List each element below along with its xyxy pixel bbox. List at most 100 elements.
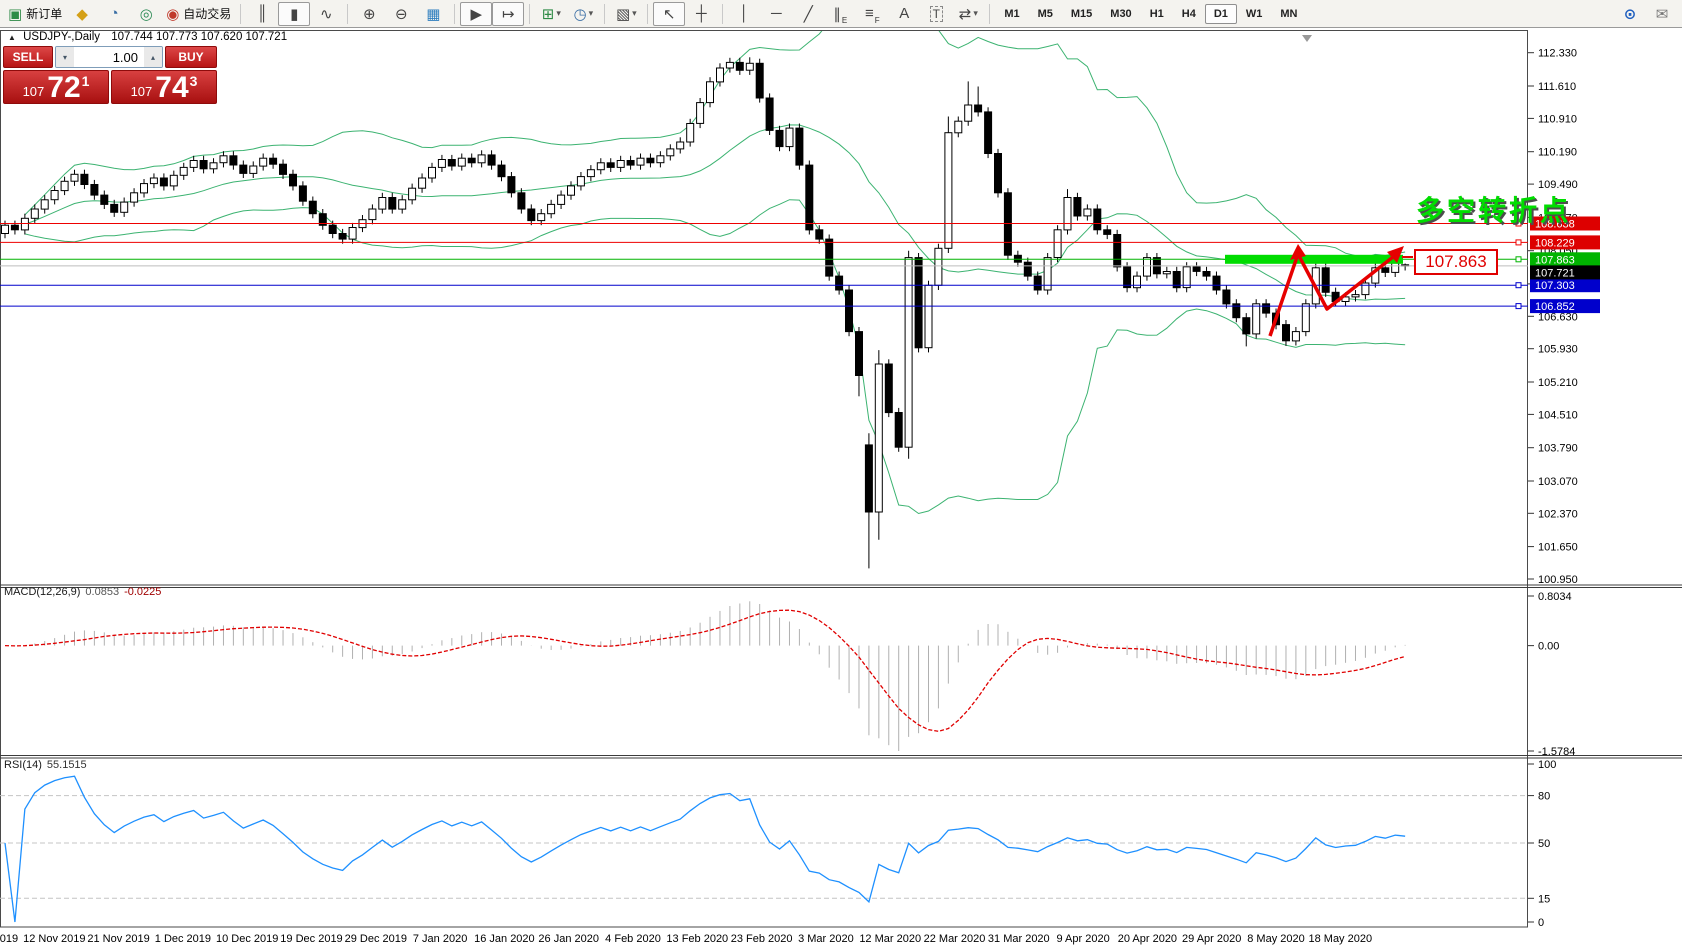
fibonacci-sub-label: F xyxy=(875,16,880,25)
timeframe-h1[interactable]: H1 xyxy=(1141,4,1173,24)
new-order-button[interactable]: ▣ 新订单 xyxy=(4,2,66,26)
buy-price-small: 107 xyxy=(131,84,153,99)
cursor-button[interactable]: ↖ xyxy=(653,2,685,26)
svg-text:108.229: 108.229 xyxy=(1535,237,1575,249)
svg-text:31 Mar 2020: 31 Mar 2020 xyxy=(988,933,1050,945)
zoom-in-button[interactable]: ⊕ xyxy=(353,2,385,26)
search-button[interactable]: ⊙ xyxy=(1614,2,1646,26)
toolbar-separator xyxy=(347,4,348,24)
periods-button[interactable]: ◷ ▾ xyxy=(567,2,599,26)
macd-label: MACD(12,26,9) xyxy=(4,586,80,598)
svg-text:111.610: 111.610 xyxy=(1538,81,1576,93)
svg-text:20 Apr 2020: 20 Apr 2020 xyxy=(1118,933,1177,945)
svg-text:10 Dec 2019: 10 Dec 2019 xyxy=(216,933,278,945)
volume-decrease-button[interactable]: ▾ xyxy=(56,47,74,67)
svg-text:21 Nov 2019: 21 Nov 2019 xyxy=(87,933,149,945)
cursor-icon: ↖ xyxy=(663,5,676,23)
templates-button[interactable]: ▧ ▾ xyxy=(610,2,642,26)
fibonacci-button[interactable]: ≡ F xyxy=(856,2,888,26)
text-label-button[interactable]: T xyxy=(920,2,952,26)
svg-text:100: 100 xyxy=(1538,759,1556,771)
rsi-pane-label: RSI(14)55.1515 xyxy=(4,759,87,771)
svg-text:1 Dec 2019: 1 Dec 2019 xyxy=(155,933,211,945)
timeframe-m15[interactable]: M15 xyxy=(1062,4,1101,24)
svg-text:112.330: 112.330 xyxy=(1538,48,1577,60)
arrows-button[interactable]: ⇄ ▾ xyxy=(952,2,984,26)
chat-icon: ✉ xyxy=(1656,5,1669,23)
svg-text:103.070: 103.070 xyxy=(1538,476,1578,488)
timeframe-w1[interactable]: W1 xyxy=(1237,4,1272,24)
timeframe-m5[interactable]: M5 xyxy=(1029,4,1062,24)
chart-shift-button[interactable]: ↦ xyxy=(492,2,524,26)
bar-chart-icon: ║ xyxy=(257,5,268,22)
profiles-button[interactable]: ◆ xyxy=(66,2,98,26)
horizontal-line-button[interactable]: ─ xyxy=(760,2,792,26)
timeframe-d1[interactable]: D1 xyxy=(1205,4,1237,24)
timeframe-m1[interactable]: M1 xyxy=(995,4,1028,24)
bar-chart-button[interactable]: ║ xyxy=(246,2,278,26)
channel-button[interactable]: ∥ E xyxy=(824,2,856,26)
data-window-button[interactable]: ◎ xyxy=(130,2,162,26)
turning-point-annotation: 多空转折点 xyxy=(1416,189,1571,229)
collapse-icon[interactable]: ▲ xyxy=(8,33,16,42)
market-watch-icon: ◔ xyxy=(110,5,119,22)
svg-text:13 Feb 2020: 13 Feb 2020 xyxy=(666,933,728,945)
svg-text:80: 80 xyxy=(1538,791,1550,803)
svg-text:19 Dec 2019: 19 Dec 2019 xyxy=(280,933,342,945)
svg-text:107.303: 107.303 xyxy=(1535,280,1575,292)
buy-price-sup: 3 xyxy=(190,73,198,89)
crosshair-icon: ┼ xyxy=(696,5,707,22)
svg-text:50: 50 xyxy=(1538,838,1550,850)
channel-icon: ∥ xyxy=(833,5,841,23)
sell-price-box[interactable]: 107 72 1 xyxy=(3,70,109,104)
svg-text:12 Nov 2019: 12 Nov 2019 xyxy=(23,933,85,945)
buy-button[interactable]: BUY xyxy=(165,46,217,68)
timeframe-h4[interactable]: H4 xyxy=(1173,4,1205,24)
sell-price-small: 107 xyxy=(23,84,45,99)
timeframe-mn[interactable]: MN xyxy=(1271,4,1306,24)
chevron-down-icon: ▾ xyxy=(589,8,594,19)
mt4-window: ▣ 新订单 ◆ ◔ ◎ ◉ 自动交易 ║ ▮ ∿ ⊕ ⊖ xyxy=(0,0,1682,951)
profiles-icon: ◆ xyxy=(76,5,88,23)
svg-text:9 Apr 2020: 9 Apr 2020 xyxy=(1056,933,1109,945)
candlestick-chart-button[interactable]: ▮ xyxy=(278,2,310,26)
chart-title: ▲ USDJPY-,Daily 107.744 107.773 107.620 … xyxy=(8,31,287,43)
trendline-button[interactable]: ╱ xyxy=(792,2,824,26)
svg-text:0.00: 0.00 xyxy=(1538,641,1559,653)
line-chart-button[interactable]: ∿ xyxy=(310,2,342,26)
volume-increase-button[interactable]: ▴ xyxy=(144,47,162,67)
channel-sub-label: E xyxy=(842,16,847,25)
crosshair-button[interactable]: ┼ xyxy=(685,2,717,26)
tile-windows-icon: ▦ xyxy=(426,5,440,23)
svg-text:101.650: 101.650 xyxy=(1538,542,1578,554)
buy-price-box[interactable]: 107 74 3 xyxy=(111,70,217,104)
macd-pane-label: MACD(12,26,9)0.0853-0.0225 xyxy=(4,586,161,598)
search-icon: ⊙ xyxy=(1624,5,1637,23)
zoom-out-button[interactable]: ⊖ xyxy=(385,2,417,26)
svg-text:110.910: 110.910 xyxy=(1538,113,1577,125)
market-watch-button[interactable]: ◔ xyxy=(98,2,130,26)
indicators-button[interactable]: ⊞ ▾ xyxy=(535,2,567,26)
new-order-icon: ▣ xyxy=(8,5,22,23)
tile-windows-button[interactable]: ▦ xyxy=(417,2,449,26)
svg-text:105.210: 105.210 xyxy=(1538,377,1578,389)
text-label-icon: T xyxy=(930,6,943,22)
auto-trading-button[interactable]: ◉ 自动交易 xyxy=(162,2,235,26)
trendline-icon: ╱ xyxy=(804,5,813,23)
svg-text:12 Mar 2020: 12 Mar 2020 xyxy=(859,933,921,945)
price-tag-box[interactable]: 107.863 xyxy=(1414,249,1498,275)
svg-text:29 Dec 2019: 29 Dec 2019 xyxy=(345,933,407,945)
svg-text:0.8034: 0.8034 xyxy=(1538,591,1572,603)
svg-text:100.950: 100.950 xyxy=(1538,574,1578,586)
text-button[interactable]: A xyxy=(888,2,920,26)
timeframe-m30[interactable]: M30 xyxy=(1101,4,1140,24)
volume-input[interactable] xyxy=(74,47,144,67)
auto-scroll-button[interactable]: ▶ xyxy=(460,2,492,26)
chart-canvas[interactable]: 112.330111.610110.910110.190109.490108.7… xyxy=(0,28,1682,951)
sell-button[interactable]: SELL xyxy=(3,46,53,68)
rsi-label: RSI(14) xyxy=(4,759,42,771)
vertical-line-icon: │ xyxy=(740,5,749,22)
chat-button[interactable]: ✉ xyxy=(1646,2,1678,26)
indicators-icon: ⊞ xyxy=(542,5,555,23)
vertical-line-button[interactable]: │ xyxy=(728,2,760,26)
